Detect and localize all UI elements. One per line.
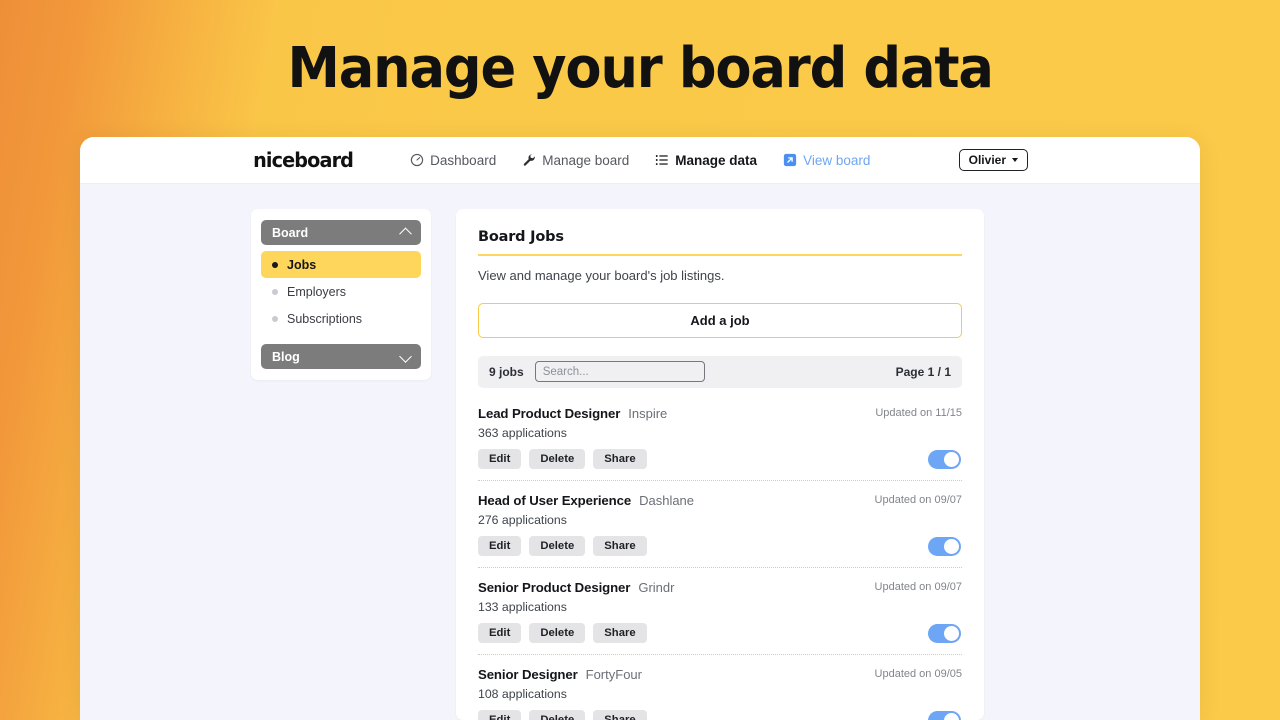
job-actions: Edit Delete Share [478,535,962,556]
bullet-icon [272,315,278,322]
nav-label-manage-board: Manage board [542,152,630,168]
job-updated: Updated on 11/15 [875,406,962,419]
job-actions: Edit Delete Share [478,448,962,469]
sidebar-item-jobs[interactable]: Jobs [261,251,421,278]
table-row: Head of User Experience Dashlane Updated… [478,481,962,568]
job-actions: Edit Delete Share [478,709,962,720]
nav-item-dashboard[interactable]: Dashboard [410,153,496,168]
job-count-label: 9 jobs [489,364,524,379]
edit-button[interactable]: Edit [478,622,522,643]
pagination-label: Page 1 / 1 [895,364,951,379]
app-window: niceboard Dashboard Manage board Manage … [80,137,1200,720]
table-row: Lead Product Designer Inspire Updated on… [478,394,962,481]
hero-banner: Manage your board data [0,0,1280,137]
job-visibility-toggle[interactable] [928,536,961,556]
sidebar-item-label-subscriptions: Subscriptions [287,311,363,326]
list-icon [655,153,669,167]
nav-label-manage-data: Manage data [675,152,758,168]
job-title[interactable]: Lead Product Designer [478,406,620,421]
job-visibility-toggle[interactable] [928,623,961,643]
chevron-up-icon [399,227,412,241]
nav-item-manage-board[interactable]: Manage board [522,153,629,168]
search-input[interactable] [534,361,705,382]
share-button[interactable]: Share [593,709,647,720]
gauge-icon [410,153,424,167]
sidebar-group-label-blog: Blog [272,349,300,364]
job-title[interactable]: Senior Designer [478,667,578,682]
job-applications-count: 133 applications [478,599,567,614]
user-menu-button[interactable]: Olivier [958,149,1028,171]
nav-label-view-board: View board [803,152,871,168]
delete-button[interactable]: Delete [529,709,586,720]
nav-label-dashboard: Dashboard [430,152,497,168]
edit-button[interactable]: Edit [478,709,522,720]
wrench-icon [522,153,536,167]
delete-button[interactable]: Delete [529,535,586,556]
job-updated: Updated on 09/07 [874,493,962,506]
sidebar-item-employers[interactable]: Employers [261,278,421,305]
sidebar-group-blog[interactable]: Blog [261,344,421,369]
sidebar-item-label-employers: Employers [287,284,347,299]
main-panel: Board Jobs View and manage your board's … [456,209,984,720]
external-link-icon [783,153,797,167]
sidebar: Board Jobs Employers Subscriptions Blog [251,209,431,380]
job-updated: Updated on 09/05 [874,667,962,680]
chevron-down-icon [1012,158,1018,162]
job-title[interactable]: Senior Product Designer [478,580,630,595]
job-updated: Updated on 09/07 [874,580,962,593]
job-applications-count: 363 applications [478,425,567,440]
share-button[interactable]: Share [593,448,647,469]
job-applications-count: 108 applications [478,686,567,701]
chevron-down-icon [399,350,412,363]
sidebar-group-board[interactable]: Board [261,220,421,245]
job-visibility-toggle[interactable] [928,449,961,469]
page-subtitle: View and manage your board's job listing… [478,267,725,283]
jobs-list: Lead Product Designer Inspire Updated on… [478,394,962,720]
share-button[interactable]: Share [593,535,647,556]
table-row: Senior Product Designer Grindr Updated o… [478,568,962,655]
primary-nav: Dashboard Manage board Manage data View … [410,153,870,168]
job-company: Inspire [628,405,668,421]
job-company: FortyFour [585,666,642,682]
nav-item-manage-data[interactable]: Manage data [655,153,757,168]
sidebar-group-label-board: Board [272,225,309,240]
share-button[interactable]: Share [593,622,647,643]
page-headline: Manage your board data [287,35,993,101]
bullet-icon [272,288,278,295]
bullet-icon [272,261,278,268]
job-company: Dashlane [639,492,695,508]
top-navigation-bar: niceboard Dashboard Manage board Manage … [80,137,1200,184]
delete-button[interactable]: Delete [529,448,586,469]
app-body: Board Jobs Employers Subscriptions Blog [80,184,1200,720]
user-menu-label: Olivier [968,153,1006,167]
job-title[interactable]: Head of User Experience [478,493,631,508]
page-title: Board Jobs [478,229,564,245]
delete-button[interactable]: Delete [529,622,586,643]
job-visibility-toggle[interactable] [928,710,961,720]
sidebar-item-subscriptions[interactable]: Subscriptions [261,305,421,332]
job-actions: Edit Delete Share [478,622,962,643]
edit-button[interactable]: Edit [478,535,522,556]
title-underline [478,254,962,256]
sidebar-item-label-jobs: Jobs [287,257,317,272]
add-job-button[interactable]: Add a job [478,302,962,338]
niceboard-logo[interactable]: niceboard [253,148,354,172]
job-applications-count: 276 applications [478,512,567,527]
nav-item-view-board[interactable]: View board [783,153,870,168]
table-row: Senior Designer FortyFour Updated on 09/… [478,655,962,720]
jobs-toolbar: 9 jobs Page 1 / 1 [478,355,962,388]
edit-button[interactable]: Edit [478,448,522,469]
job-company: Grindr [638,579,675,595]
